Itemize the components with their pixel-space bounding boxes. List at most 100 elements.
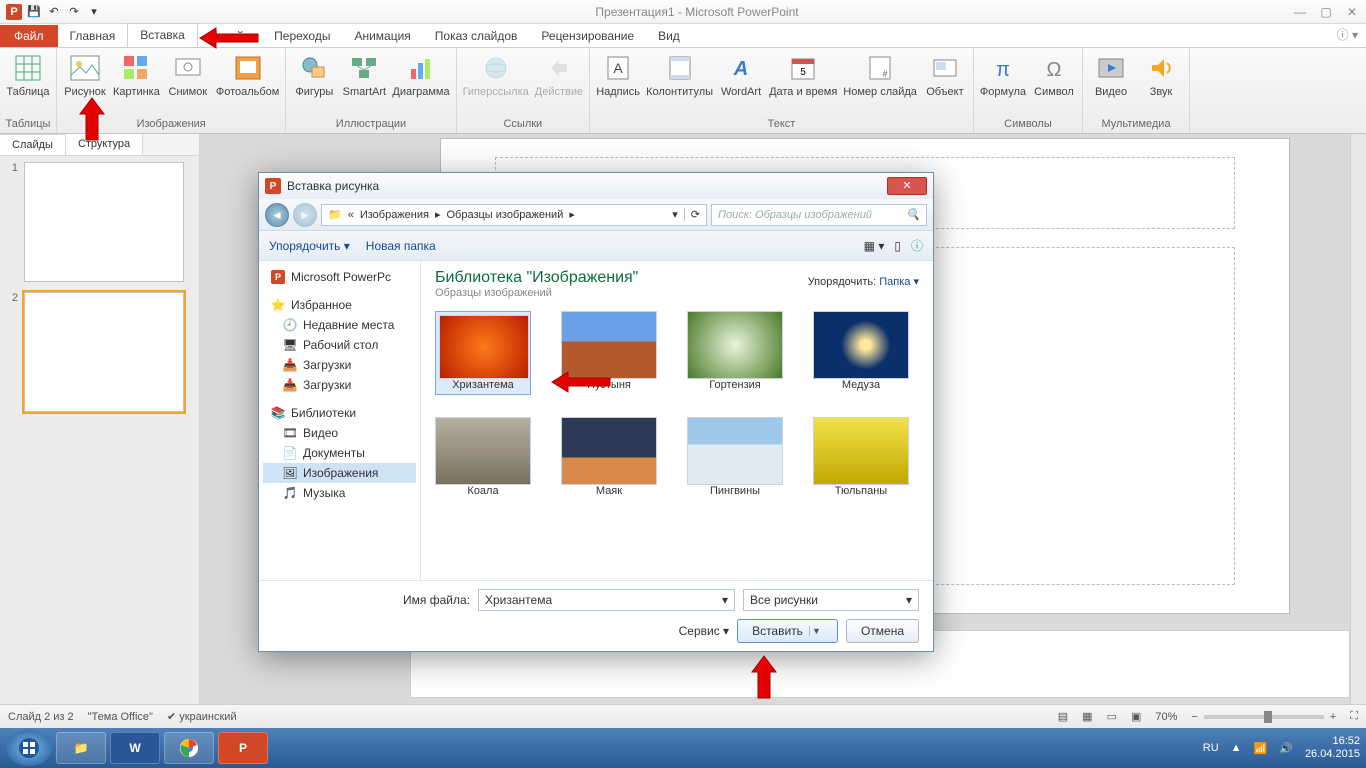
clipart-button[interactable]: Картинка <box>113 52 160 98</box>
tab-home[interactable]: Главная <box>58 25 128 47</box>
zoom-slider[interactable]: − + <box>1191 711 1336 723</box>
tray-network-icon[interactable]: 📶 <box>1254 742 1268 755</box>
task-chrome[interactable] <box>164 732 214 764</box>
new-folder-button[interactable]: Новая папка <box>366 239 436 253</box>
language-button[interactable]: ✔ украинский <box>167 710 237 723</box>
undo-icon[interactable]: ↶ <box>46 4 62 20</box>
view-normal-icon[interactable]: ▤ <box>1058 710 1068 723</box>
insert-button[interactable]: Вставить▼ <box>737 619 838 643</box>
table-button[interactable]: Таблица <box>6 52 50 98</box>
ribbon: Таблица Таблицы Рисунок Картинка Снимок … <box>0 48 1366 134</box>
help-button[interactable]: ⓘ <box>911 237 923 254</box>
minimize-button[interactable]: — <box>1292 5 1308 19</box>
file-item-jelly[interactable]: Медуза <box>813 311 909 395</box>
tree-downloads-2[interactable]: 📥Загрузки <box>263 375 416 395</box>
file-item-light[interactable]: Маяк <box>561 417 657 497</box>
view-reading-icon[interactable]: ▭ <box>1107 710 1117 723</box>
folder-tree[interactable]: PMicrosoft PowerPc ⭐Избранное 🕘Недавние … <box>259 261 421 580</box>
smartart-button[interactable]: SmartArt <box>342 52 386 98</box>
tree-documents[interactable]: 📄Документы <box>263 443 416 463</box>
file-item-peng[interactable]: Пингвины <box>687 417 783 497</box>
tree-music[interactable]: 🎵Музыка <box>263 483 416 503</box>
close-button[interactable]: ✕ <box>1344 5 1360 19</box>
zoom-in-icon[interactable]: + <box>1330 711 1336 723</box>
preview-pane-button[interactable]: ▯ <box>894 239 901 253</box>
picture-button[interactable]: Рисунок <box>63 52 107 98</box>
nav-back-button[interactable]: ◄ <box>265 203 289 227</box>
video-button[interactable]: Видео <box>1089 52 1133 98</box>
view-slideshow-icon[interactable]: ▣ <box>1131 710 1141 723</box>
tab-insert[interactable]: Вставка <box>127 23 198 47</box>
nav-forward-button: ► <box>293 203 317 227</box>
photoalbum-button[interactable]: Фотоальбом <box>216 52 280 98</box>
dialog-close-button[interactable]: ✕ <box>887 177 927 195</box>
file-item-chrys[interactable]: Хризантема <box>435 311 531 395</box>
file-item-koala[interactable]: Коала <box>435 417 531 497</box>
slidenum-button[interactable]: #Номер слайда <box>843 52 917 98</box>
tab-animations[interactable]: Анимация <box>342 25 422 47</box>
tab-view[interactable]: Вид <box>646 25 692 47</box>
textbox-button[interactable]: AНадпись <box>596 52 640 98</box>
cancel-button[interactable]: Отмена <box>846 619 919 643</box>
task-word[interactable]: W <box>110 732 160 764</box>
tab-file[interactable]: Файл <box>0 25 58 47</box>
object-button[interactable]: Объект <box>923 52 967 98</box>
tray-clock[interactable]: 16:52 26.04.2015 <box>1305 735 1360 761</box>
redo-icon[interactable]: ↷ <box>66 4 82 20</box>
task-explorer[interactable]: 📁 <box>56 732 106 764</box>
tree-videos[interactable]: 🎞Видео <box>263 423 416 443</box>
tab-design[interactable]: Дизайн <box>198 25 262 47</box>
file-item-desert[interactable]: Пустыня <box>561 311 657 395</box>
view-sorter-icon[interactable]: ▦ <box>1082 710 1092 723</box>
zoom-out-icon[interactable]: − <box>1191 711 1197 723</box>
filetype-dropdown[interactable]: Все рисунки▾ <box>743 589 919 611</box>
filename-input[interactable]: Хризантема▾ <box>478 589 735 611</box>
sort-dropdown[interactable]: Папка ▾ <box>879 276 919 288</box>
maximize-button[interactable]: ▢ <box>1318 5 1334 19</box>
app-icon: P <box>6 4 22 20</box>
help-icon[interactable]: ⓘ ▾ <box>1329 22 1366 47</box>
chart-button[interactable]: Диаграмма <box>392 52 449 98</box>
headerfooter-button[interactable]: Колонтитулы <box>646 52 713 98</box>
save-icon[interactable]: 💾 <box>26 4 42 20</box>
tab-review[interactable]: Рецензирование <box>529 25 646 47</box>
datetime-button[interactable]: 5Дата и время <box>769 52 837 98</box>
view-mode-button[interactable]: ▦ ▾ <box>864 239 885 253</box>
symbol-button[interactable]: ΩСимвол <box>1032 52 1076 98</box>
start-button[interactable] <box>6 730 52 766</box>
tray-lang[interactable]: RU <box>1203 742 1219 754</box>
sidetab-outline[interactable]: Структура <box>66 134 143 155</box>
tab-transitions[interactable]: Переходы <box>262 25 342 47</box>
tray-sound-icon[interactable]: 🔊 <box>1279 742 1293 755</box>
tree-downloads-1[interactable]: 📥Загрузки <box>263 355 416 375</box>
file-item-tulip[interactable]: Тюльпаны <box>813 417 909 497</box>
fit-to-window-icon[interactable]: ⛶ <box>1350 710 1358 723</box>
tree-desktop[interactable]: 🖥Рабочий стол <box>263 335 416 355</box>
slide-thumb-1[interactable]: 1 <box>6 162 193 282</box>
tree-recent[interactable]: 🕘Недавние места <box>263 315 416 335</box>
tree-pictures[interactable]: 🖼Изображения <box>263 463 416 483</box>
tree-powerpoint[interactable]: PMicrosoft PowerPc <box>263 267 416 287</box>
task-powerpoint[interactable]: P <box>218 732 268 764</box>
breadcrumb[interactable]: 📁 « Изображения ▸ Образцы изображений ▸ … <box>321 204 707 226</box>
search-input[interactable]: Поиск: Образцы изображений 🔍 <box>711 204 927 226</box>
tray-flag-icon[interactable]: ▲ <box>1231 742 1242 754</box>
sidetab-slides[interactable]: Слайды <box>0 134 66 155</box>
screenshot-button[interactable]: Снимок <box>166 52 210 98</box>
slide-thumb-2[interactable]: 2 <box>6 292 193 412</box>
file-item-hydra[interactable]: Гортензия <box>687 311 783 395</box>
qat-more-icon[interactable]: ▾ <box>86 4 102 20</box>
tree-libraries[interactable]: 📚Библиотеки <box>263 403 416 423</box>
tab-slideshow[interactable]: Показ слайдов <box>423 25 530 47</box>
wordart-button[interactable]: AWordArt <box>719 52 763 98</box>
organize-button[interactable]: Упорядочить ▾ <box>269 239 350 253</box>
taskbar: 📁 W P RU ▲ 📶 🔊 16:52 26.04.2015 <box>0 728 1366 768</box>
tools-dropdown[interactable]: Сервис ▾ <box>679 624 729 638</box>
refresh-icon[interactable]: ⟳ <box>684 208 700 221</box>
tree-favorites[interactable]: ⭐Избранное <box>263 295 416 315</box>
dialog-titlebar[interactable]: P Вставка рисунка ✕ <box>259 173 933 199</box>
audio-button[interactable]: Звук <box>1139 52 1183 98</box>
vertical-scrollbar[interactable] <box>1350 134 1366 704</box>
equation-button[interactable]: πФормула <box>980 52 1026 98</box>
shapes-button[interactable]: Фигуры <box>292 52 336 98</box>
